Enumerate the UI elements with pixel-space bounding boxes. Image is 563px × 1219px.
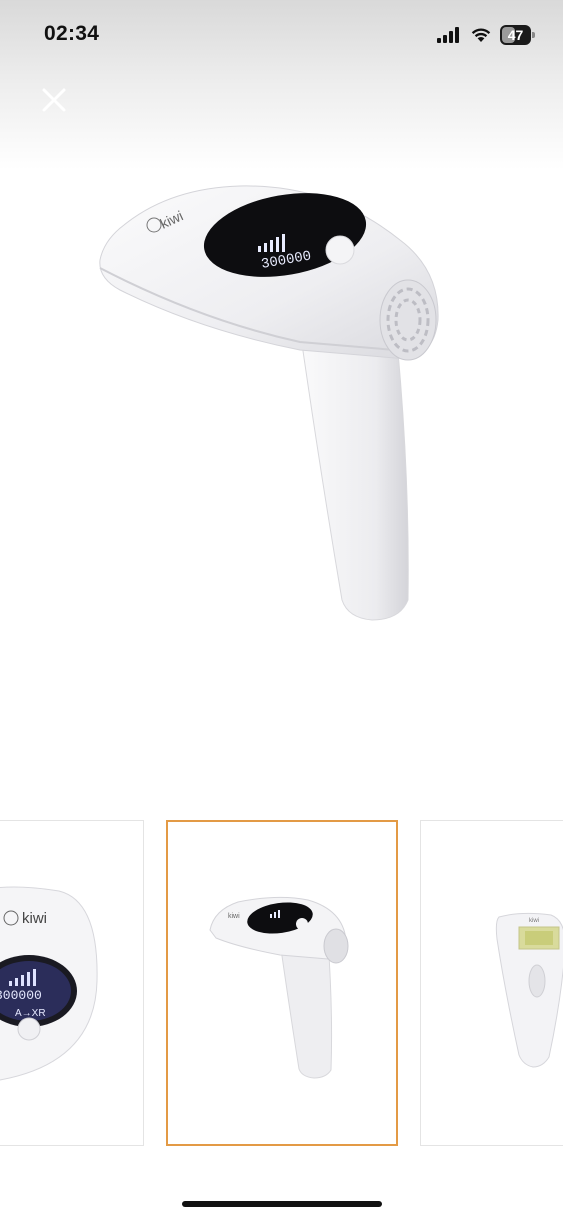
close-button[interactable] xyxy=(36,82,72,118)
battery-indicator: 47 xyxy=(500,25,536,45)
thumbnail-top-view[interactable]: kiwi xyxy=(420,820,563,1146)
thumbnail-gallery: 300000 A→XR kiwi kiwi ki xyxy=(0,820,563,1150)
status-time: 02:34 xyxy=(44,22,100,45)
status-bar: 02:34 47 xyxy=(0,0,563,72)
thumbnail-angled-image: kiwi xyxy=(209,896,349,1079)
close-icon xyxy=(42,88,66,112)
home-indicator[interactable] xyxy=(182,1201,382,1207)
ipl-device-illustration: 300000 kiwi xyxy=(99,185,439,621)
thumb-display-mode: A→XR xyxy=(15,1008,46,1019)
cellular-signal-icon xyxy=(437,27,459,43)
thumb-angled-brand-text: kiwi xyxy=(228,913,240,920)
wifi-icon xyxy=(471,28,491,42)
battery-body: 47 xyxy=(500,25,531,45)
thumbnail-angled-view[interactable]: kiwi xyxy=(166,820,398,1146)
thumbnail-front-image: 300000 A→XR kiwi xyxy=(0,886,98,1081)
battery-level-text: 47 xyxy=(507,27,524,43)
product-main-image[interactable]: 300000 kiwi xyxy=(0,170,563,650)
thumb-display-digits: 300000 xyxy=(0,988,42,1003)
thumb-brand-text: kiwi xyxy=(22,910,47,927)
thumbnail-front-view[interactable]: 300000 A→XR kiwi xyxy=(0,820,144,1146)
thumb-top-brand-text: kiwi xyxy=(529,918,539,924)
battery-tip xyxy=(532,32,535,38)
thumbnail-top-image: kiwi xyxy=(495,912,563,1068)
